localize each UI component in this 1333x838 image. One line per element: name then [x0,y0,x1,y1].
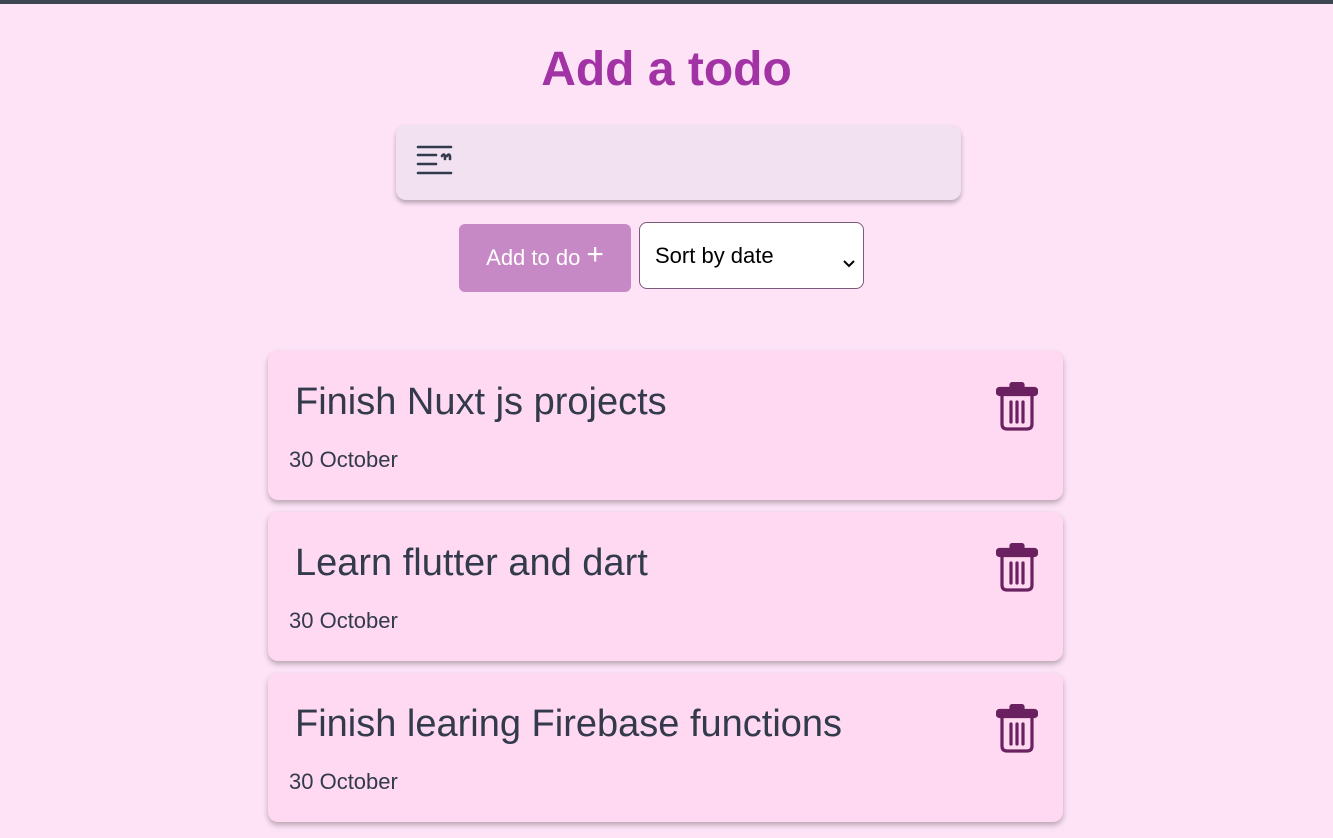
trash-icon[interactable] [995,381,1039,432]
trash-icon[interactable] [995,542,1039,593]
page-title: Add a todo [541,43,792,96]
todo-item: Finish Nuxt js projects 30 October [268,351,1063,500]
todo-input-container[interactable] [396,125,961,200]
sort-select[interactable]: Sort by date [639,222,864,289]
add-todo-label: Add to do [486,245,581,270]
todo-date: 30 October [289,769,398,794]
text-notes-icon [416,143,454,177]
sort-select-value: Sort by date [655,242,774,268]
todo-title: Finish Nuxt js projects [295,381,667,423]
chevron-down-icon [842,249,856,268]
todo-title: Finish learing Firebase functions [295,703,843,745]
todo-date: 30 October [289,608,398,633]
todo-input[interactable] [468,125,948,200]
todo-date: 30 October [289,447,398,472]
todo-item: Finish learing Firebase functions 30 Oct… [268,673,1063,822]
todo-title: Learn flutter and dart [295,542,648,584]
trash-icon[interactable] [995,703,1039,754]
todo-item: Learn flutter and dart 30 October [268,512,1063,661]
add-todo-button[interactable]: Add to do + [459,224,631,292]
plus-icon: + [586,238,604,271]
